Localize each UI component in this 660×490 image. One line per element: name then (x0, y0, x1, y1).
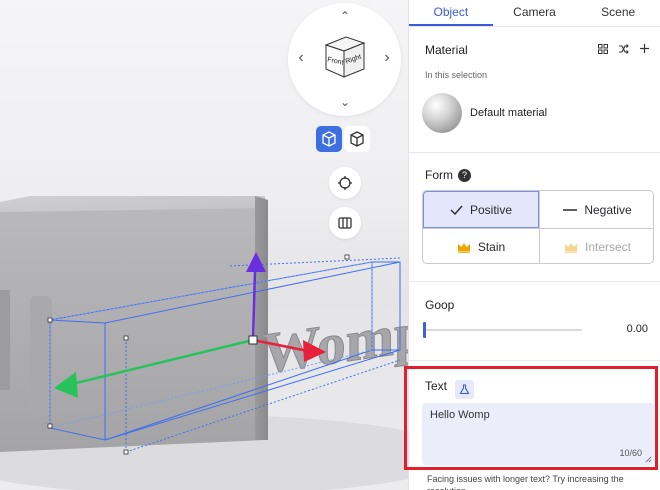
form-negative-label: Negative (584, 202, 632, 217)
goop-title: Goop (425, 298, 455, 312)
viewport-3d[interactable]: Womp ⌃ ⌄ ‹ › Front Right (0, 0, 408, 490)
divider (409, 152, 660, 153)
form-intersect-label: Intersect (584, 240, 632, 254)
text-title: Text (425, 379, 475, 399)
char-counter: 10/60 (619, 448, 642, 458)
tab-scene[interactable]: Scene (576, 0, 660, 26)
form-options: Positive Negative Stain Intersect (422, 190, 654, 264)
grid-icon[interactable] (598, 43, 608, 57)
divider (409, 360, 660, 361)
form-intersect-button[interactable]: Intersect (539, 228, 653, 263)
properties-panel: Object Camera Scene Material In this sel… (408, 0, 660, 490)
material-preview-sphere[interactable] (422, 93, 462, 133)
material-name[interactable]: Default material (470, 107, 547, 119)
material-actions (598, 43, 650, 57)
gizmo-center-handle[interactable] (248, 335, 258, 345)
resize-grip-icon[interactable] (645, 456, 652, 463)
cube-model[interactable] (0, 196, 268, 452)
divider (409, 281, 660, 282)
form-title: Form? (425, 168, 471, 182)
crown-icon (564, 242, 577, 253)
text-hint: Facing issues with longer text? Try incr… (427, 474, 624, 490)
text-model-label: Womp (262, 298, 408, 386)
check-icon (450, 205, 463, 215)
shuffle-icon[interactable] (618, 43, 629, 57)
plus-icon[interactable] (639, 43, 650, 57)
help-icon[interactable]: ? (458, 169, 471, 182)
text-input-value: Hello Womp (430, 409, 490, 421)
tab-object[interactable]: Object (409, 0, 493, 26)
form-stain-label: Stain (477, 240, 506, 254)
crown-icon (457, 242, 470, 253)
panel-tabs: Object Camera Scene (409, 0, 660, 27)
ortho-cube-icon[interactable] (344, 126, 370, 152)
navigation-cube[interactable]: ⌃ ⌄ ‹ › Front Right (288, 3, 401, 116)
minus-icon (563, 208, 578, 211)
text-title-label: Text (425, 379, 448, 393)
goop-slider-thumb[interactable] (423, 322, 426, 338)
flask-icon[interactable] (455, 380, 475, 399)
focus-target-icon[interactable] (329, 167, 361, 199)
goop-slider-track[interactable] (425, 329, 582, 331)
projection-toggle (316, 126, 372, 156)
grid-view-icon[interactable] (329, 207, 361, 239)
material-subtitle: In this selection (425, 70, 488, 80)
text-model[interactable]: Womp (261, 298, 408, 387)
form-positive-label: Positive (469, 202, 513, 217)
perspective-cube-icon[interactable] (316, 126, 342, 152)
goop-value[interactable]: 0.00 (627, 323, 648, 335)
text-input[interactable]: Hello Womp 10/60 (422, 403, 654, 465)
form-negative-button[interactable]: Negative (539, 191, 653, 228)
form-title-label: Form (425, 168, 453, 182)
view-cube[interactable]: Front Right (288, 3, 401, 116)
tab-camera[interactable]: Camera (493, 0, 577, 26)
material-title: Material (425, 43, 468, 57)
form-positive-button[interactable]: Positive (423, 191, 539, 228)
form-stain-button[interactable]: Stain (423, 228, 539, 263)
